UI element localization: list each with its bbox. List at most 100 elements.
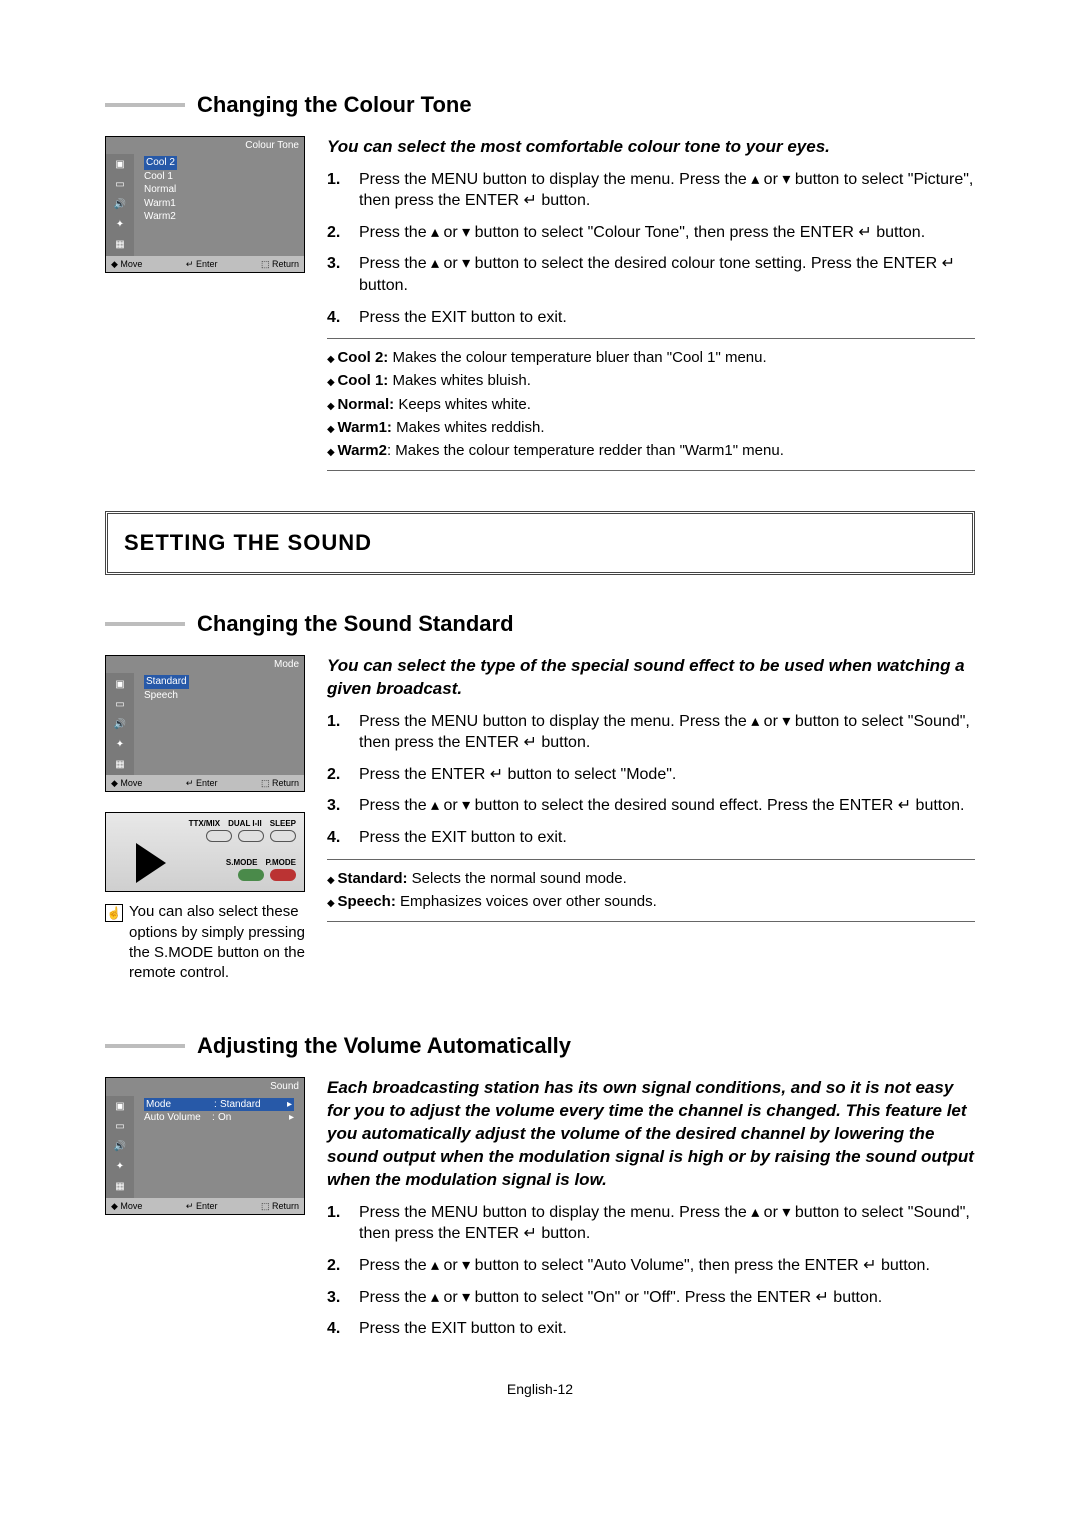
osd-foot-return: ⬚ Return (261, 777, 299, 789)
page-footer: English-12 (105, 1380, 975, 1399)
remote-label: P.MODE (265, 858, 296, 869)
section-intro: You can select the most comfortable colo… (327, 136, 975, 159)
osd-mode: Mode ▣ ▭ 🔊 ✦ ▦ Standard Speech ◆ Move ↵ … (105, 655, 305, 793)
major-section-title: SETTING THE SOUND (105, 511, 975, 575)
step-text: Press the MENU button to display the men… (359, 1202, 975, 1245)
note-text: Makes whites bluish. (388, 372, 531, 389)
section-title: Changing the Sound Standard (197, 609, 514, 639)
step: Press the MENU button to display the men… (327, 1202, 975, 1245)
sound-icon: 🔊 (112, 198, 128, 212)
note-label: Cool 2: (337, 349, 388, 366)
osd-body: Standard Speech (134, 673, 304, 775)
notes-box: Standard: Selects the normal sound mode.… (327, 859, 975, 923)
step: Press the ▴ or ▾ button to select the de… (327, 253, 975, 296)
note-text: Selects the normal sound mode. (407, 870, 626, 887)
step-text: Press the ▴ or ▾ button to select "Auto … (359, 1255, 930, 1277)
remote-button-row (206, 830, 296, 842)
osd-item: Warm2 (144, 210, 294, 224)
note-text: : Makes the colour temperature redder th… (387, 442, 784, 459)
section-intro: Each broadcasting station has its own si… (327, 1077, 975, 1192)
section-bar (105, 1044, 185, 1048)
section-title: Changing the Colour Tone (197, 90, 472, 120)
osd-foot-move: ◆ Move (111, 1200, 142, 1212)
osd-title: Mode (106, 656, 304, 674)
section-title: Adjusting the Volume Automatically (197, 1031, 571, 1061)
step-text: Press the MENU button to display the men… (359, 169, 975, 212)
osd-value: Standard (220, 1098, 282, 1112)
step: Press the EXIT button to exit. (327, 827, 975, 849)
osd-item: Normal (144, 183, 294, 197)
notes-box: Cool 2: Makes the colour temperature blu… (327, 338, 975, 471)
osd-item: Warm1 (144, 197, 294, 211)
step-text: Press the EXIT button to exit. (359, 307, 567, 329)
note-label: Standard: (337, 870, 407, 887)
remote-pmode-button (270, 869, 296, 881)
step-text: Press the ENTER ↵ button to select "Mode… (359, 764, 676, 786)
remote-button (270, 830, 296, 842)
osd-title: Sound (106, 1078, 304, 1096)
step-text: Press the ▴ or ▾ button to select the de… (359, 795, 964, 817)
osd-footer: ◆ Move ↵ Enter ⬚ Return (106, 775, 304, 791)
step: Press the MENU button to display the men… (327, 711, 975, 754)
osd-key: Auto Volume (144, 1111, 212, 1125)
osd-foot-return: ⬚ Return (261, 258, 299, 270)
osd-item-selected: Standard (144, 675, 189, 689)
steps-list: Press the MENU button to display the men… (327, 711, 975, 849)
setup-icon: ▦ (112, 238, 128, 252)
section-bar (105, 103, 185, 107)
osd-foot-enter: ↵ Enter (186, 258, 218, 270)
note-text: Makes whites reddish. (392, 419, 545, 436)
setup-icon: ▦ (112, 757, 128, 771)
input-icon: ▣ (112, 677, 128, 691)
remote-button (238, 830, 264, 842)
osd-item-selected: Cool 2 (144, 156, 177, 170)
timer-icon: ✦ (112, 1160, 128, 1174)
step: Press the ▴ or ▾ button to select "On" o… (327, 1287, 975, 1309)
osd-key: Mode (146, 1098, 214, 1112)
osd-item: Auto Volume : On ▸ (144, 1111, 294, 1125)
note-label: Warm2 (337, 442, 386, 459)
note-label: Warm1: (337, 419, 391, 436)
picture-icon: ▭ (112, 697, 128, 711)
remote-button-row (238, 869, 296, 881)
remote-smode-button (238, 869, 264, 881)
osd-title: Colour Tone (106, 137, 304, 155)
sound-icon: 🔊 (112, 1140, 128, 1154)
picture-icon: ▭ (112, 178, 128, 192)
step: Press the ▴ or ▾ button to select "Auto … (327, 1255, 975, 1277)
step-text: Press the ▴ or ▾ button to select the de… (359, 253, 975, 296)
osd-foot-enter: ↵ Enter (186, 1200, 218, 1212)
step-text: Press the ▴ or ▾ button to select "Colou… (359, 222, 925, 244)
osd-body: Cool 2 Cool 1 Normal Warm1 Warm2 (134, 154, 304, 256)
hand-icon: ☝ (105, 904, 123, 922)
section-header: Changing the Colour Tone (105, 90, 975, 120)
section-intro: You can select the type of the special s… (327, 655, 975, 701)
input-icon: ▣ (112, 1100, 128, 1114)
section-bar (105, 622, 185, 626)
section-header: Adjusting the Volume Automatically (105, 1031, 975, 1061)
note-label: Normal: (337, 396, 394, 413)
section-header: Changing the Sound Standard (105, 609, 975, 639)
osd-footer: ◆ Move ↵ Enter ⬚ Return (106, 1198, 304, 1214)
step: Press the MENU button to display the men… (327, 169, 975, 212)
tip: ☝ You can also select these options by s… (105, 902, 305, 983)
remote-label: TTX/MIX (189, 819, 221, 830)
osd-icon-column: ▣ ▭ 🔊 ✦ ▦ (106, 1096, 134, 1198)
osd-colour-tone: Colour Tone ▣ ▭ 🔊 ✦ ▦ Cool 2 Cool 1 Norm… (105, 136, 305, 274)
osd-icon-column: ▣ ▭ 🔊 ✦ ▦ (106, 673, 134, 775)
sound-icon: 🔊 (112, 717, 128, 731)
step: Press the ▴ or ▾ button to select "Colou… (327, 222, 975, 244)
setup-icon: ▦ (112, 1180, 128, 1194)
osd-item: Speech (144, 689, 294, 703)
note-text: Emphasizes voices over other sounds. (396, 893, 657, 910)
step: Press the EXIT button to exit. (327, 1318, 975, 1340)
remote-label: SLEEP (270, 819, 296, 830)
note-label: Speech: (337, 893, 395, 910)
step: Press the ENTER ↵ button to select "Mode… (327, 764, 975, 786)
step: Press the ▴ or ▾ button to select the de… (327, 795, 975, 817)
remote-image: TTX/MIX DUAL I-II SLEEP S.MODE P.MODE (105, 812, 305, 892)
step-text: Press the EXIT button to exit. (359, 1318, 567, 1340)
osd-foot-move: ◆ Move (111, 258, 142, 270)
osd-item: Cool 1 (144, 170, 294, 184)
picture-icon: ▭ (112, 1120, 128, 1134)
